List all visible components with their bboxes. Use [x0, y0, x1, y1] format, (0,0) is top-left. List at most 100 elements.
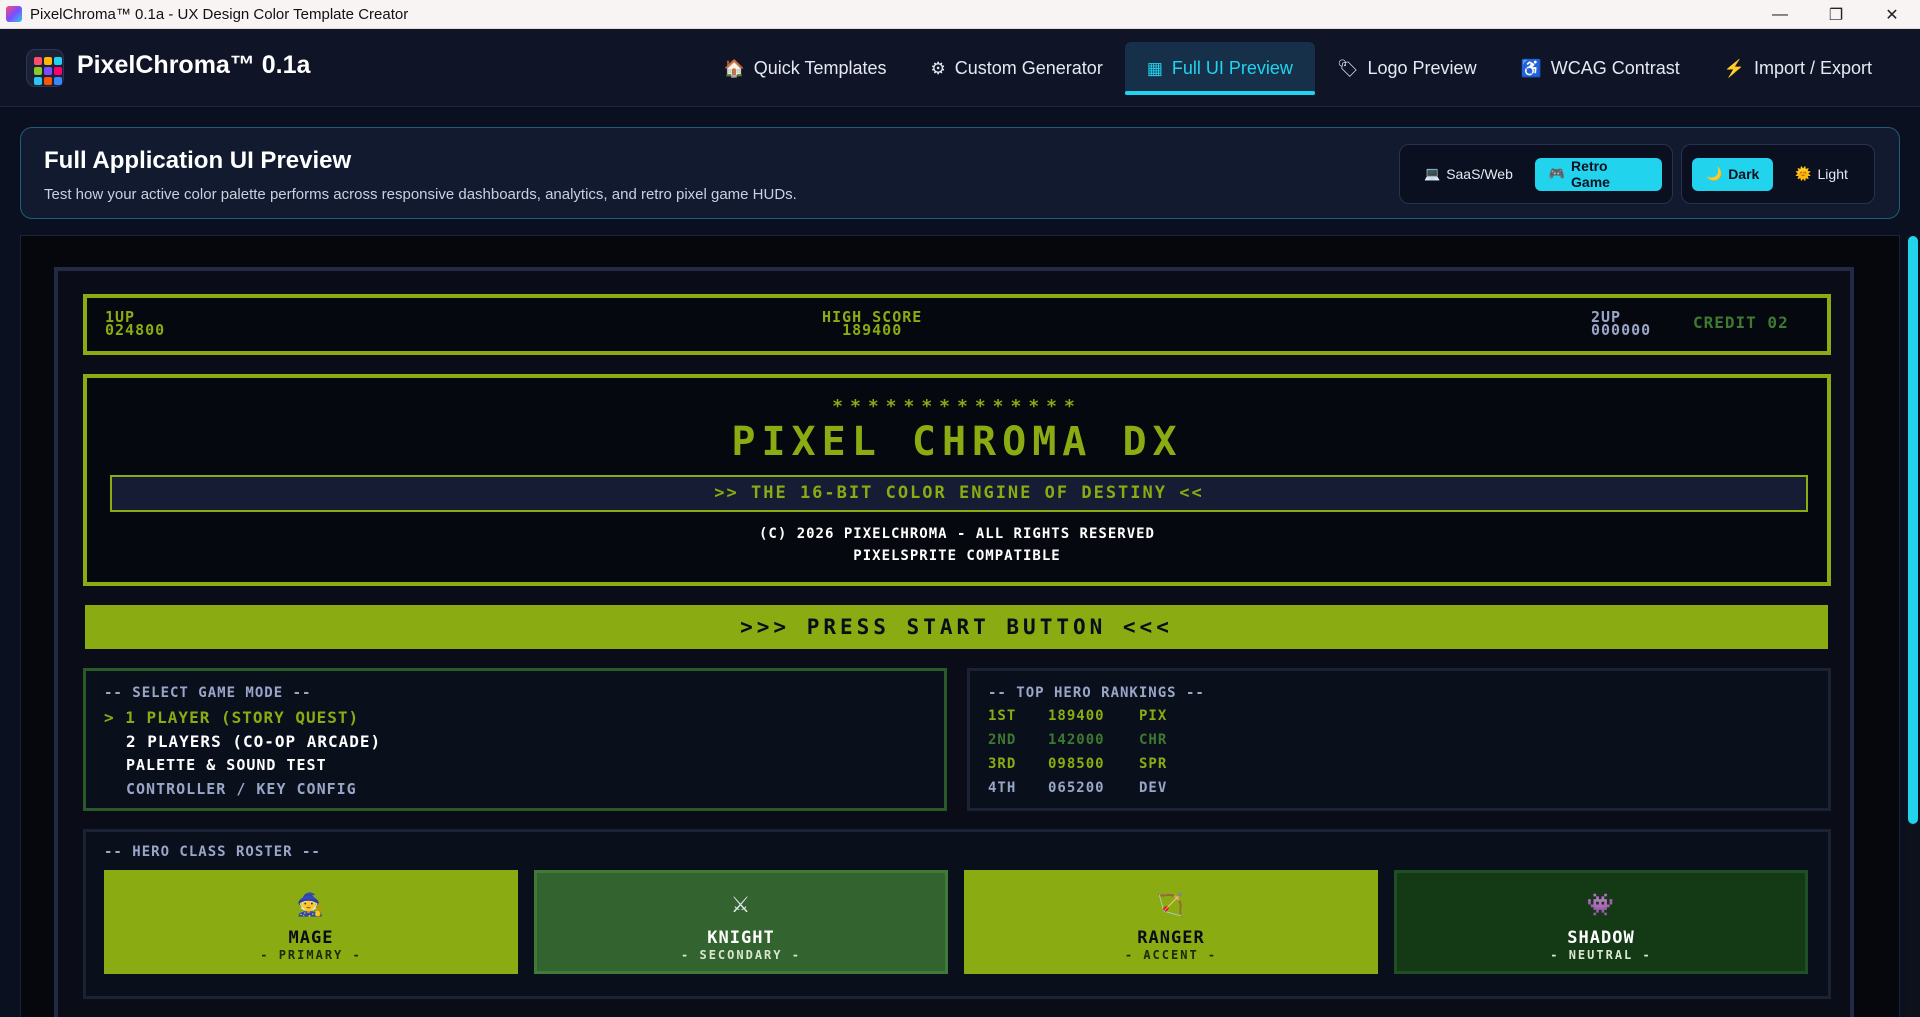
- game-tagline: >> THE 16-BIT COLOR ENGINE OF DESTINY <<: [110, 475, 1808, 512]
- tab-custom-generator[interactable]: ⚙ Custom Generator: [909, 42, 1125, 95]
- p1-score-block: 1UP 024800: [105, 310, 165, 338]
- page-title: Full Application UI Preview: [44, 147, 352, 174]
- brand-name: PixelChroma™ 0.1a: [77, 51, 311, 79]
- title-stars: **************: [832, 396, 1082, 417]
- press-start-button[interactable]: >>> PRESS START BUTTON <<<: [85, 605, 1828, 649]
- logo-swatch: [34, 57, 42, 65]
- tab-label: Custom Generator: [954, 58, 1103, 78]
- preview-header-card: Full Application UI Preview Test how you…: [20, 127, 1900, 219]
- page-subtitle: Test how your active color palette perfo…: [44, 186, 797, 203]
- window-titlebar: PixelChroma™ 0.1a - UX Design Color Temp…: [0, 0, 1920, 29]
- tab-label: WCAG Contrast: [1550, 58, 1680, 78]
- compat-text: PIXELSPRITE COMPATIBLE: [853, 548, 1061, 564]
- menu-header: -- SELECT GAME MODE --: [104, 685, 312, 701]
- score: 189400: [1048, 708, 1105, 724]
- gamepad-icon: 🎮: [1548, 166, 1566, 181]
- retro-game-screen: 1UP 024800 HIGH SCORE 189400 2UP 000000 …: [54, 267, 1854, 1017]
- game-hud: 1UP 024800 HIGH SCORE 189400 2UP 000000 …: [83, 294, 1831, 355]
- hero-card-shadow[interactable]: 👾 SHADOW - NEUTRAL -: [1394, 870, 1808, 974]
- alien-invader-icon: 👾: [1586, 893, 1616, 918]
- hero-name: RANGER: [1137, 928, 1205, 948]
- menu-item-1-player[interactable]: > 1 PLAYER (STORY QUEST): [104, 708, 359, 727]
- laptop-icon: 💻: [1424, 166, 1441, 181]
- option-label: Dark: [1728, 166, 1760, 182]
- player-name: PIX: [1139, 708, 1168, 724]
- credit-counter: CREDIT 02: [1693, 313, 1789, 332]
- hero-name: MAGE: [288, 928, 334, 948]
- ranking-row: 4TH 065200 DEV: [988, 780, 1167, 796]
- retro-game-option[interactable]: 🎮 Retro Game: [1534, 157, 1662, 191]
- gear-icon: ⚙: [930, 58, 946, 78]
- menu-item-2-players[interactable]: 2 PLAYERS (CO-OP ARCADE): [126, 732, 381, 751]
- accessibility-icon: ♿: [1520, 58, 1542, 78]
- swords-icon: ⚔: [730, 893, 752, 918]
- option-label: Light: [1817, 166, 1848, 182]
- bow-icon: 🏹: [1156, 893, 1186, 918]
- tab-label: Logo Preview: [1367, 58, 1477, 78]
- tab-import-export[interactable]: ⚡ Import / Export: [1702, 42, 1894, 95]
- preview-stage: 1UP 024800 HIGH SCORE 189400 2UP 000000 …: [20, 235, 1900, 1017]
- game-title: PIXEL CHROMA DX: [731, 419, 1183, 465]
- player-name: CHR: [1139, 732, 1168, 748]
- window-controls: — ❐ ✕: [1752, 0, 1920, 29]
- logo-swatch: [54, 57, 62, 65]
- preview-scrollbar[interactable]: [1908, 236, 1918, 824]
- hero-card-knight[interactable]: ⚔ KNIGHT - SECONDARY -: [534, 870, 948, 974]
- hero-role: - NEUTRAL -: [1550, 948, 1652, 962]
- calculator-icon: ▦: [1146, 58, 1163, 78]
- p2-score-block: 2UP 000000: [1591, 310, 1652, 339]
- home-icon: 🏠: [723, 58, 745, 78]
- dark-theme-option[interactable]: 🌙 Dark: [1692, 157, 1774, 191]
- hero-card-ranger[interactable]: 🏹 RANGER - ACCENT -: [964, 870, 1378, 974]
- score: 098500: [1048, 756, 1105, 772]
- app-logo: [26, 49, 64, 87]
- rank: 3RD: [988, 756, 1017, 772]
- menu-item-palette-test[interactable]: PALETTE & SOUND TEST: [126, 756, 327, 774]
- ranking-row: 1ST 189400 PIX: [988, 708, 1167, 724]
- app-icon: [6, 6, 22, 22]
- tag-icon: 🏷: [1336, 58, 1359, 78]
- score: 065200: [1048, 780, 1105, 796]
- menu-item-controller-config[interactable]: CONTROLLER / KEY CONFIG: [126, 780, 357, 798]
- mage-icon: 🧙: [296, 893, 326, 918]
- tab-label: Full UI Preview: [1171, 58, 1293, 78]
- logo-swatch: [54, 67, 62, 75]
- logo-swatch: [44, 77, 52, 85]
- close-icon[interactable]: ✕: [1864, 0, 1920, 29]
- main-nav: 🏠 Quick Templates ⚙ Custom Generator ▦ Full…: [702, 42, 1894, 95]
- light-theme-option[interactable]: 🌞 Light: [1781, 158, 1862, 191]
- window-title: PixelChroma™ 0.1a - UX Design Color Temp…: [30, 5, 409, 23]
- logo-swatch: [34, 67, 42, 75]
- tab-label: Quick Templates: [753, 58, 887, 78]
- player-name: DEV: [1139, 780, 1168, 796]
- score: 142000: [1048, 732, 1105, 748]
- minimize-icon[interactable]: —: [1752, 0, 1808, 29]
- logo-swatch: [44, 57, 52, 65]
- logo-swatch: [54, 77, 62, 85]
- app-header: PixelChroma™ 0.1a 🏠 Quick Templates ⚙ Cust…: [0, 29, 1920, 107]
- rank: 4TH: [988, 780, 1017, 796]
- saas-web-option[interactable]: 💻 SaaS/Web: [1410, 158, 1527, 191]
- player-name: SPR: [1139, 756, 1168, 772]
- rank: 1ST: [988, 708, 1017, 724]
- hero-role: - SECONDARY -: [681, 948, 801, 962]
- hero-card-mage[interactable]: 🧙 MAGE - PRIMARY -: [104, 870, 518, 974]
- tab-quick-templates[interactable]: 🏠 Quick Templates: [702, 42, 909, 95]
- rank: 2ND: [988, 732, 1017, 748]
- tab-logo-preview[interactable]: 🏷 Logo Preview: [1315, 42, 1499, 95]
- restore-icon[interactable]: ❐: [1808, 0, 1864, 29]
- tab-full-ui-preview[interactable]: ▦ Full UI Preview: [1124, 42, 1316, 95]
- preview-mode-toggle: 💻 SaaS/Web 🎮 Retro Game: [1399, 144, 1673, 204]
- tab-wcag-contrast[interactable]: ♿ WCAG Contrast: [1499, 42, 1702, 95]
- ranking-row: 2ND 142000 CHR: [988, 732, 1167, 748]
- tab-label: Import / Export: [1753, 58, 1872, 78]
- top-rankings-panel: -- TOP HERO RANKINGS -- 1ST 189400 PIX 2ND…: [967, 668, 1831, 811]
- theme-toggle: 🌙 Dark 🌞 Light: [1681, 144, 1875, 204]
- sun-icon: 🌞: [1795, 166, 1812, 181]
- ranking-row: 3RD 098500 SPR: [988, 756, 1167, 772]
- p2-score: 000000: [1591, 321, 1652, 339]
- logo-swatch: [34, 77, 42, 85]
- roster-header: -- HERO CLASS ROSTER --: [104, 844, 321, 860]
- moon-icon: 🌙: [1706, 166, 1723, 181]
- option-label: SaaS/Web: [1446, 166, 1513, 182]
